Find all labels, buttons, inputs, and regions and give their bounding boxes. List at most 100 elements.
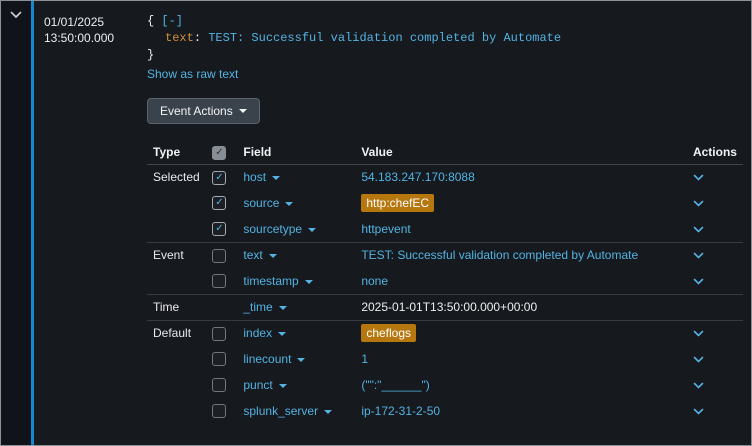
field-value-cell: none bbox=[355, 268, 681, 294]
json-colon: : bbox=[194, 31, 201, 45]
field-group-label: Default bbox=[147, 320, 210, 346]
json-collapse-toggle[interactable]: [-] bbox=[161, 14, 183, 28]
field-row-timestamp: timestamp none bbox=[147, 268, 743, 294]
field-value-cell: httpevent bbox=[355, 216, 681, 242]
field-select-checkbox[interactable] bbox=[212, 249, 226, 263]
field-select-checkbox[interactable]: ✓ bbox=[212, 196, 226, 210]
field-name-cell: text bbox=[237, 242, 355, 268]
field-name-cell: index bbox=[237, 320, 355, 346]
field-actions-toggle[interactable] bbox=[693, 226, 704, 233]
field-group-label: Event bbox=[147, 242, 210, 268]
field-actions-cell bbox=[681, 268, 743, 294]
field-actions-cell bbox=[681, 294, 743, 320]
field-name-dropdown[interactable]: index bbox=[243, 326, 286, 340]
field-name-dropdown[interactable]: punct bbox=[243, 378, 286, 392]
field-value-cell: 2025-01-01T13:50:00.000+00:00 bbox=[355, 294, 681, 320]
field-actions-cell bbox=[681, 346, 743, 372]
show-as-raw-text-link[interactable]: Show as raw text bbox=[147, 67, 238, 81]
field-select-checkbox[interactable] bbox=[212, 378, 226, 392]
field-checkbox-cell: ✓ bbox=[210, 216, 237, 242]
field-name-cell: source bbox=[237, 190, 355, 216]
field-select-checkbox[interactable] bbox=[212, 327, 226, 341]
field-value[interactable]: http:chefEC bbox=[361, 194, 434, 212]
field-value-cell: TEST: Successful validation completed by… bbox=[355, 242, 681, 268]
field-actions-toggle[interactable] bbox=[693, 200, 704, 207]
field-name-cell: splunk_server bbox=[237, 398, 355, 424]
field-actions-cell bbox=[681, 216, 743, 242]
select-all-checkbox[interactable]: ✓ bbox=[212, 146, 226, 160]
field-row-index: Default index cheflogs bbox=[147, 320, 743, 346]
chevron-down-icon bbox=[693, 408, 704, 415]
event-expand-toggle[interactable] bbox=[10, 11, 22, 19]
field-value[interactable]: TEST: Successful validation completed by… bbox=[361, 248, 638, 262]
field-group-label: Time bbox=[147, 294, 210, 320]
field-name-dropdown[interactable]: source bbox=[243, 196, 293, 210]
field-value[interactable]: 54.183.247.170:8088 bbox=[361, 170, 474, 184]
field-value[interactable]: ip-172-31-2-50 bbox=[361, 404, 440, 418]
field-actions-cell bbox=[681, 372, 743, 398]
caret-down-icon bbox=[305, 280, 313, 284]
chevron-down-icon bbox=[693, 226, 704, 233]
field-actions-cell bbox=[681, 242, 743, 268]
field-name-dropdown[interactable]: linecount bbox=[243, 352, 305, 366]
field-value[interactable]: cheflogs bbox=[361, 324, 416, 342]
fields-table-header-row: Type ✓ Field Value Actions bbox=[147, 141, 743, 164]
field-actions-toggle[interactable] bbox=[693, 174, 704, 181]
field-select-checkbox[interactable] bbox=[212, 352, 226, 366]
field-select-checkbox[interactable] bbox=[212, 404, 226, 418]
field-select-checkbox[interactable] bbox=[212, 274, 226, 288]
field-name-cell: host bbox=[237, 164, 355, 190]
field-name-cell: linecount bbox=[237, 346, 355, 372]
chevron-down-icon bbox=[693, 356, 704, 363]
field-value-cell: ("":"______") bbox=[355, 372, 681, 398]
field-checkbox-cell bbox=[210, 294, 237, 320]
field-checkbox-cell: ✓ bbox=[210, 190, 237, 216]
header-field: Field bbox=[237, 141, 355, 164]
field-value-cell: cheflogs bbox=[355, 320, 681, 346]
caret-down-icon bbox=[278, 332, 286, 336]
field-actions-toggle[interactable] bbox=[693, 382, 704, 389]
fields-table-body: Selected✓host54.183.247.170:8088✓sourceh… bbox=[147, 164, 743, 424]
field-group-label: Selected bbox=[147, 164, 210, 190]
field-name-dropdown[interactable]: sourcetype bbox=[243, 222, 316, 236]
event-actions-button[interactable]: Event Actions bbox=[147, 98, 260, 124]
caret-down-icon bbox=[285, 202, 293, 206]
field-row-punct: punct ("":"______") bbox=[147, 372, 743, 398]
field-select-checkbox[interactable]: ✓ bbox=[212, 171, 226, 185]
field-group-label bbox=[147, 268, 210, 294]
caret-down-icon bbox=[279, 384, 287, 388]
field-value[interactable]: none bbox=[361, 274, 388, 288]
chevron-down-icon bbox=[10, 11, 22, 19]
field-row-sourcetype: ✓ sourcetype httpevent bbox=[147, 216, 743, 242]
field-checkbox-cell bbox=[210, 268, 237, 294]
field-actions-toggle[interactable] bbox=[693, 252, 704, 259]
field-actions-toggle[interactable] bbox=[693, 278, 704, 285]
field-value: 2025-01-01T13:50:00.000+00:00 bbox=[361, 300, 537, 314]
field-actions-toggle[interactable] bbox=[693, 408, 704, 415]
field-name-dropdown[interactable]: timestamp bbox=[243, 274, 312, 288]
field-actions-cell bbox=[681, 164, 743, 190]
field-value[interactable]: httpevent bbox=[361, 222, 410, 236]
field-select-checkbox[interactable]: ✓ bbox=[212, 222, 226, 236]
field-name-dropdown[interactable]: host bbox=[243, 170, 280, 184]
field-row-host: Selected✓ host 54.183.247.170:8088 bbox=[147, 164, 743, 190]
field-name-dropdown[interactable]: text bbox=[243, 248, 276, 262]
field-value-cell: 54.183.247.170:8088 bbox=[355, 164, 681, 190]
field-actions-toggle[interactable] bbox=[693, 356, 704, 363]
field-name-dropdown[interactable]: splunk_server bbox=[243, 404, 332, 418]
field-value-cell: http:chefEC bbox=[355, 190, 681, 216]
caret-down-icon bbox=[308, 228, 316, 232]
field-value[interactable]: ("":"______") bbox=[361, 378, 429, 392]
chevron-down-icon bbox=[693, 278, 704, 285]
field-group-label bbox=[147, 190, 210, 216]
event-date: 01/01/2025 bbox=[44, 14, 135, 30]
field-checkbox-cell bbox=[210, 398, 237, 424]
caret-down-icon bbox=[269, 254, 277, 258]
header-type: Type bbox=[147, 141, 210, 164]
event-json: { [-] text: TEST: Successful validation … bbox=[147, 13, 743, 64]
field-checkbox-cell: ✓ bbox=[210, 164, 237, 190]
field-actions-cell bbox=[681, 398, 743, 424]
field-actions-toggle[interactable] bbox=[693, 330, 704, 337]
field-value[interactable]: 1 bbox=[361, 352, 368, 366]
field-name-dropdown[interactable]: _time bbox=[243, 300, 286, 314]
